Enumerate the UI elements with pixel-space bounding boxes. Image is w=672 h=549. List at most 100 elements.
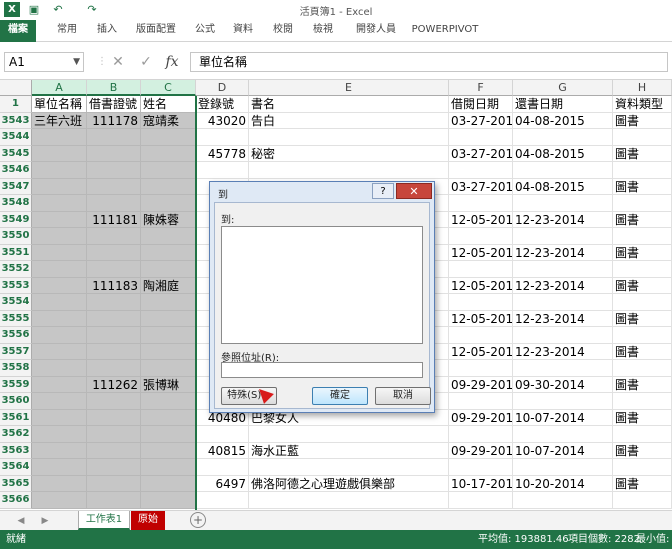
cell-g[interactable] [513, 393, 613, 410]
cell-b[interactable] [87, 360, 141, 377]
cell-h[interactable]: 圖書 [613, 442, 672, 459]
cell-c[interactable] [141, 327, 196, 344]
row-header[interactable]: 3566 [0, 492, 32, 509]
row-header[interactable]: 3549 [0, 211, 32, 228]
cell-e[interactable] [249, 426, 449, 443]
cell-f[interactable] [449, 327, 513, 344]
cell-b[interactable] [87, 162, 141, 179]
tab-home[interactable]: 常用 [50, 20, 84, 42]
row-header[interactable]: 3545 [0, 145, 32, 162]
cell-h[interactable]: 圖書 [613, 178, 672, 195]
cell-g[interactable]: 04-08-2015 [513, 112, 613, 129]
header-cell-f[interactable]: 借閱日期 [449, 96, 513, 113]
cell-f[interactable] [449, 360, 513, 377]
cell-e[interactable] [249, 459, 449, 476]
cell-e[interactable] [249, 162, 449, 179]
next-sheet-icon[interactable]: ▶ [38, 513, 52, 529]
row-header[interactable]: 3561 [0, 409, 32, 426]
cell-a[interactable] [32, 211, 87, 228]
cell-c[interactable] [141, 228, 196, 245]
row-header[interactable]: 3562 [0, 426, 32, 443]
cell-a[interactable] [32, 475, 87, 492]
cell-h[interactable] [613, 393, 672, 410]
cell-g[interactable] [513, 459, 613, 476]
name-box[interactable]: A1 ▼ [4, 52, 84, 72]
cell-g[interactable]: 12-23-2014 [513, 277, 613, 294]
tab-developer[interactable]: 開發人員 [348, 20, 404, 42]
cell-b[interactable] [87, 178, 141, 195]
cell-h[interactable] [613, 492, 672, 509]
cell-g[interactable]: 10-07-2014 [513, 442, 613, 459]
row-header[interactable]: 3554 [0, 294, 32, 311]
cell-a[interactable] [32, 459, 87, 476]
cell-c[interactable] [141, 409, 196, 426]
row-header[interactable]: 3543 [0, 112, 32, 129]
cell-b[interactable] [87, 145, 141, 162]
insert-function-icon[interactable]: fx [162, 52, 182, 72]
cell-h[interactable] [613, 360, 672, 377]
cell-d[interactable] [196, 129, 249, 146]
cell-a[interactable] [32, 426, 87, 443]
column-header-f[interactable]: F [449, 80, 513, 96]
cell-g[interactable]: 12-23-2014 [513, 343, 613, 360]
select-all-corner[interactable] [0, 80, 32, 96]
cell-h[interactable]: 圖書 [613, 376, 672, 393]
column-header-h[interactable]: H [613, 80, 672, 96]
cell-h[interactable]: 圖書 [613, 145, 672, 162]
cell-h[interactable] [613, 294, 672, 311]
cell-e[interactable] [249, 492, 449, 509]
cell-f[interactable]: 03-27-2015 [449, 145, 513, 162]
tab-review[interactable]: 校閱 [266, 20, 300, 42]
cell-h[interactable]: 圖書 [613, 211, 672, 228]
cell-a[interactable] [32, 360, 87, 377]
cell-b[interactable] [87, 442, 141, 459]
cell-a[interactable] [32, 228, 87, 245]
column-header-c[interactable]: C [141, 80, 196, 96]
cell-g[interactable]: 12-23-2014 [513, 211, 613, 228]
cell-f[interactable] [449, 294, 513, 311]
cell-h[interactable] [613, 261, 672, 278]
cell-f[interactable] [449, 129, 513, 146]
cell-f[interactable]: 09-29-2014 [449, 409, 513, 426]
cell-f[interactable] [449, 261, 513, 278]
tab-data[interactable]: 資料 [226, 20, 260, 42]
cell-h[interactable]: 圖書 [613, 112, 672, 129]
cell-b[interactable]: 111262 [87, 376, 141, 393]
cell-a[interactable] [32, 178, 87, 195]
cell-g[interactable] [513, 426, 613, 443]
cell-a[interactable] [32, 409, 87, 426]
cell-f[interactable]: 12-05-2014 [449, 244, 513, 261]
column-header-d[interactable]: D [196, 80, 249, 96]
cell-h[interactable]: 圖書 [613, 310, 672, 327]
cell-b[interactable] [87, 475, 141, 492]
cell-d[interactable] [196, 492, 249, 509]
header-cell-b[interactable]: 借書證號 [87, 96, 141, 113]
cell-h[interactable] [613, 129, 672, 146]
cell-c[interactable] [141, 426, 196, 443]
cell-b[interactable] [87, 261, 141, 278]
chevron-down-icon[interactable]: ▼ [73, 53, 80, 71]
cell-b[interactable] [87, 393, 141, 410]
cell-c[interactable] [141, 459, 196, 476]
cell-f[interactable]: 12-05-2014 [449, 211, 513, 228]
row-header[interactable]: 3548 [0, 195, 32, 212]
cell-f[interactable]: 03-27-2015 [449, 178, 513, 195]
cell-b[interactable] [87, 426, 141, 443]
cell-c[interactable] [141, 129, 196, 146]
row-header[interactable]: 3564 [0, 459, 32, 476]
cell-c[interactable] [141, 310, 196, 327]
cell-b[interactable]: 111183 [87, 277, 141, 294]
cell-d[interactable]: 6497 [196, 475, 249, 492]
cell-g[interactable] [513, 195, 613, 212]
cell-h[interactable] [613, 162, 672, 179]
row-header[interactable]: 3546 [0, 162, 32, 179]
close-icon[interactable]: ✕ [396, 183, 432, 199]
header-cell-h[interactable]: 資料類型 [613, 96, 672, 113]
cell-a[interactable] [32, 327, 87, 344]
cell-a[interactable]: 三年六班 [32, 112, 87, 129]
row-header[interactable]: 3547 [0, 178, 32, 195]
cell-f[interactable]: 09-29-2014 [449, 376, 513, 393]
row-header[interactable]: 3560 [0, 393, 32, 410]
cell-c[interactable]: 寇靖柔 [141, 112, 196, 129]
cell-g[interactable]: 04-08-2015 [513, 178, 613, 195]
